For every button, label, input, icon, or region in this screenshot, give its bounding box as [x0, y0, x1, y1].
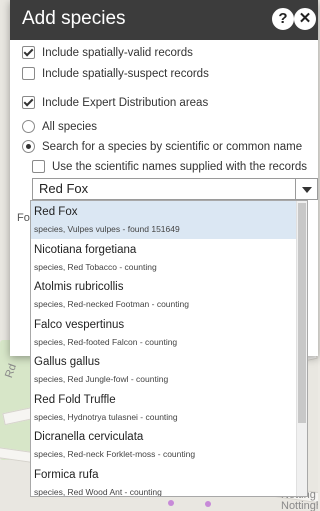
search-species-radio[interactable] [22, 140, 35, 153]
chevron-down-icon[interactable] [296, 178, 318, 200]
use-scientific-names-label: Use the scientific names supplied with t… [52, 160, 308, 173]
result-desc: species, Red-footed Falcon - counting [34, 336, 178, 347]
result-name: Formica rufa [34, 468, 99, 481]
spatially-valid-checkbox[interactable] [22, 46, 35, 59]
result-item[interactable]: Dicranella cerviculata species, Red-neck… [31, 426, 307, 464]
result-desc: species, Red Tobacco - counting [34, 261, 157, 272]
result-desc: species, Red Jungle-fowl - counting [34, 374, 169, 384]
result-desc: species, Red-necked Footman - counting [34, 299, 189, 309]
option-search-species[interactable]: Search for a species by scientific or co… [22, 140, 302, 153]
result-name: Gallus gallus [34, 356, 100, 368]
result-item[interactable]: Nicotiana forgetiana species, Red Tobacc… [31, 239, 307, 277]
use-scientific-names-checkbox[interactable] [32, 160, 45, 173]
result-item[interactable]: Red Fold Truffle species, Hydnotrya tula… [31, 389, 307, 427]
option-all-species[interactable]: All species [22, 120, 97, 133]
scrollbar-thumb[interactable] [298, 203, 306, 423]
species-results-dropdown[interactable]: Red Fox species, Vulpes vulpes - found 1… [30, 200, 308, 497]
dialog-title: Add species [22, 8, 126, 29]
map-label: Nottingh [281, 500, 318, 511]
all-species-label: All species [42, 120, 97, 133]
dialog-titlebar: Add species ? ✕ [10, 0, 318, 40]
question-circle-icon[interactable]: ? [272, 8, 294, 30]
result-name: Nicotiana forgetiana [34, 243, 137, 256]
search-species-label: Search for a species by scientific or co… [42, 140, 303, 153]
result-desc: species, Red Wood Ant - counting [34, 486, 162, 497]
result-name: Red Fold Truffle [34, 393, 116, 406]
spatially-valid-label: Include spatially-valid records [42, 46, 193, 59]
all-species-radio[interactable] [22, 120, 35, 133]
dropdown-scrollbar[interactable] [296, 201, 307, 496]
result-item[interactable]: Gallus gallus species, Red Jungle-fowl -… [31, 351, 307, 389]
result-name: Falco vespertinus [34, 318, 125, 331]
result-item[interactable]: Falco vespertinus species, Red-footed Fa… [31, 314, 307, 352]
result-name: Atolmis rubricollis [34, 281, 124, 293]
result-item[interactable]: Atolmis rubricollis species, Red-necked … [31, 276, 307, 314]
species-search-input[interactable]: Red Fox [32, 178, 296, 200]
expert-distribution-checkbox[interactable] [22, 96, 35, 109]
spatially-suspect-label: Include spatially-suspect records [42, 67, 209, 80]
result-name: Dicranella cerviculata [34, 431, 144, 443]
close-circle-icon[interactable]: ✕ [294, 8, 316, 30]
expert-distribution-label: Include Expert Distribution areas [42, 96, 209, 109]
spatially-suspect-checkbox[interactable] [22, 67, 35, 80]
result-item[interactable]: Red Fox species, Vulpes vulpes - found 1… [31, 201, 307, 239]
option-use-scientific-names[interactable]: Use the scientific names supplied with t… [32, 160, 307, 173]
option-spatially-valid[interactable]: Include spatially-valid records [22, 46, 193, 59]
result-item[interactable]: Formica rufa species, Red Wood Ant - cou… [31, 464, 307, 497]
result-name: Red Fox [34, 206, 78, 218]
map-station-marker [168, 500, 174, 506]
option-expert-distribution[interactable]: Include Expert Distribution areas [22, 96, 208, 109]
result-desc: species, Vulpes vulpes - found 151649 [34, 224, 180, 234]
result-desc: species, Hydnotrya tulasnei - counting [34, 411, 178, 422]
clipped-label: Fo [17, 212, 30, 224]
map-station-marker [205, 501, 211, 507]
result-desc: species, Red-neck Forklet-moss - countin… [34, 449, 196, 459]
option-spatially-suspect[interactable]: Include spatially-suspect records [22, 67, 209, 80]
